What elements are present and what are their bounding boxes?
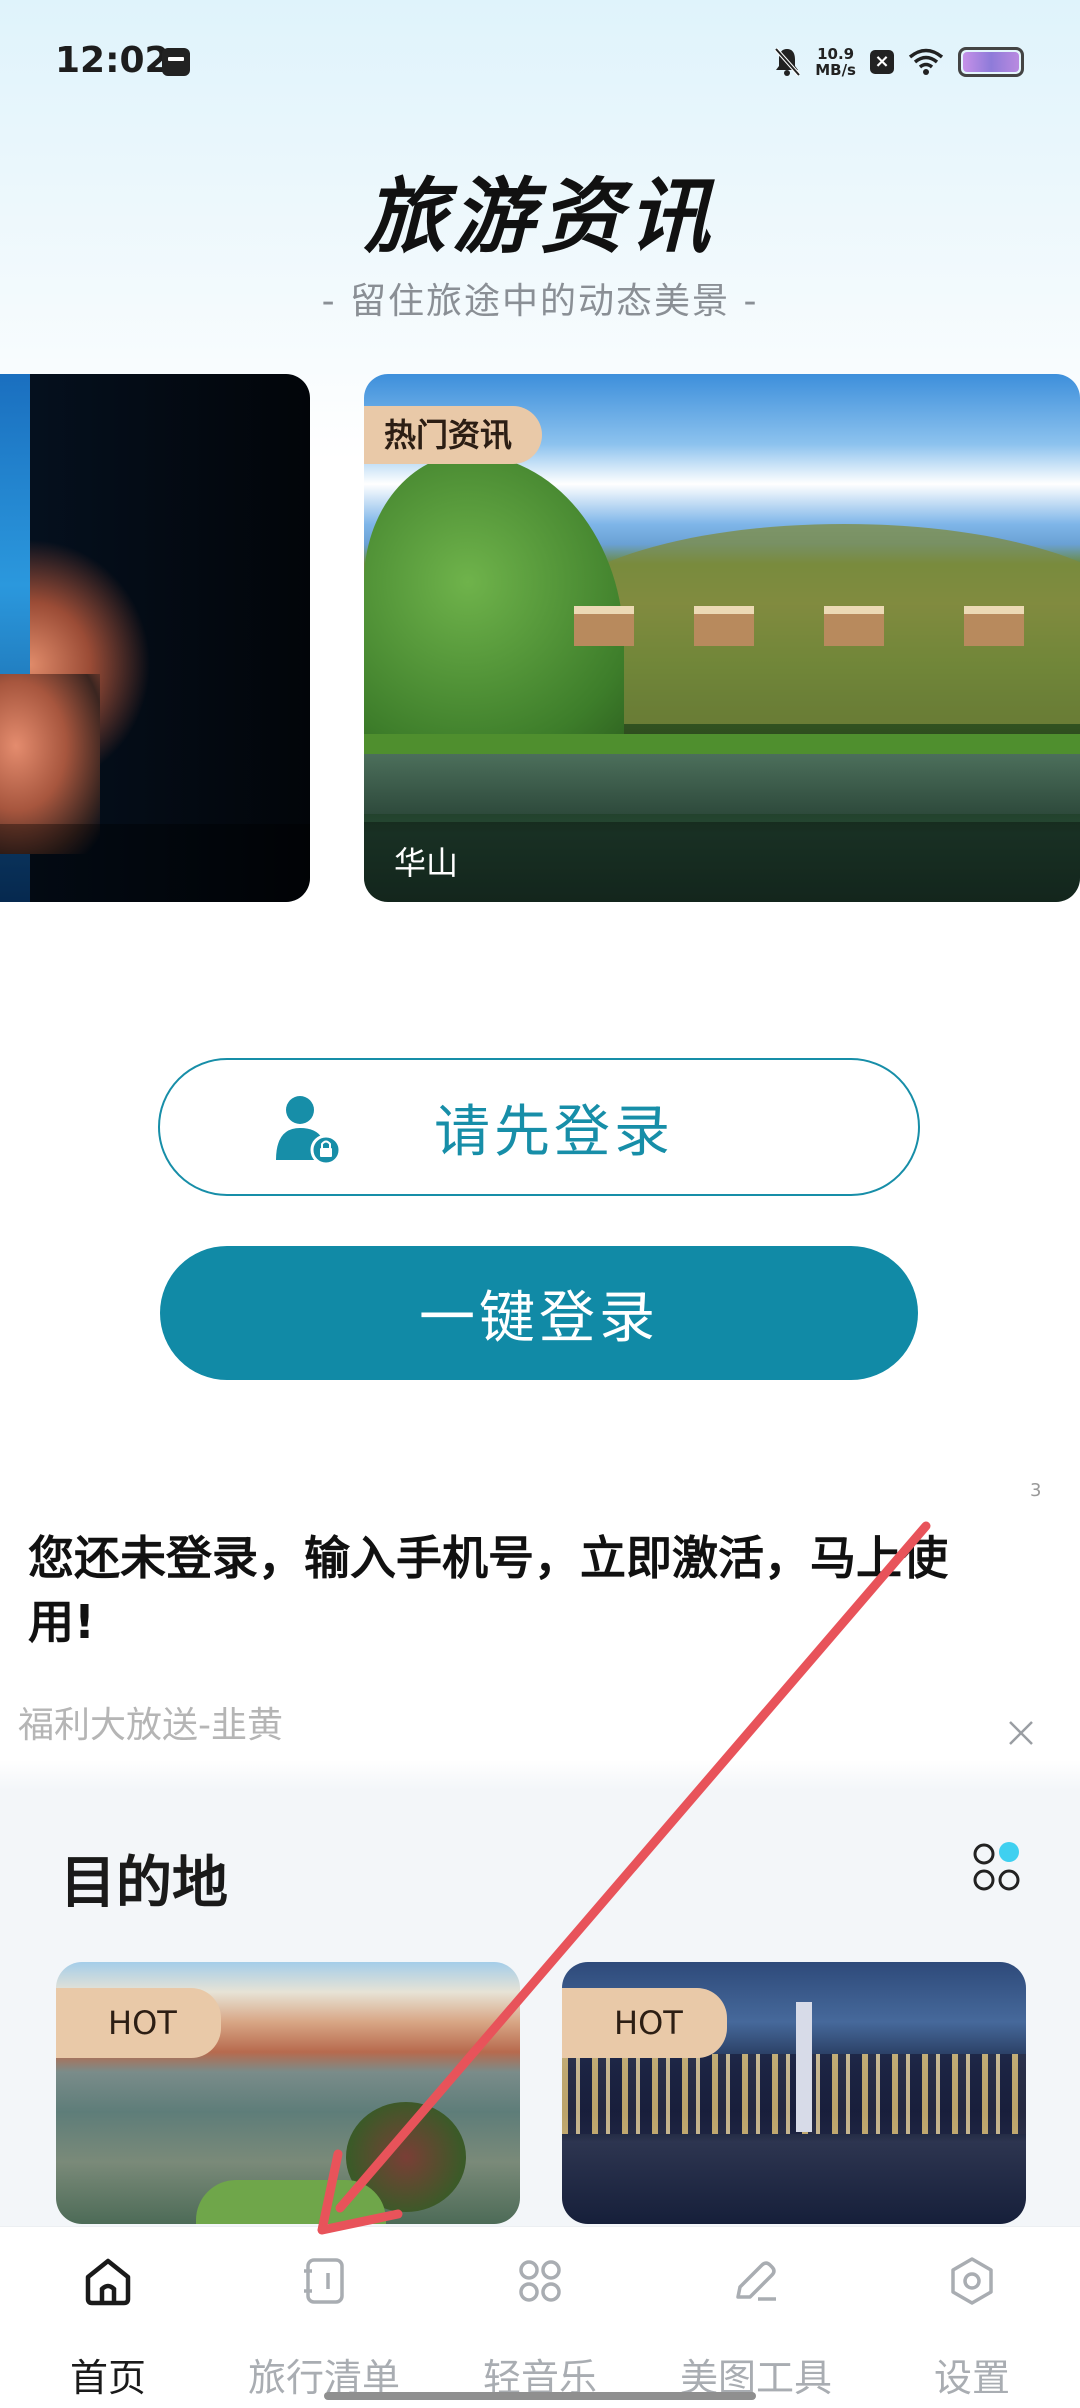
nav-item-home[interactable]: 首页 [0,2227,216,2408]
news-carousel[interactable]: 热门资讯 华山 [0,374,1080,902]
carousel-card-previous[interactable] [0,374,310,902]
login-notice-text[interactable]: 您还未登录，输入手机号，立即激活，马上使用! [28,1526,1008,1654]
net-speed-value: 10.9 [817,45,855,63]
caption-bar [0,824,310,902]
bottom-nav: 首页 旅行清单 轻音乐 美图工具 设置 [0,2226,1080,2408]
notebook-icon [304,2258,344,2304]
nav-label: 设置 [933,2356,1010,2400]
nav-item-settings[interactable]: 设置 [864,2227,1080,2408]
status-icons: 10.9 MB/s × [773,42,1024,82]
status-bar: 12:02 10.9 MB/s × [0,0,1080,120]
corner-mark: 3 [1030,1480,1042,1501]
house-image-part [964,606,1024,646]
caption-bar [364,822,1080,902]
user-lock-icon [276,1096,340,1164]
battery-icon [958,47,1024,77]
carousel-caption: 华山 [394,844,459,882]
x-icon: × [870,50,894,74]
battery-fill [963,52,1019,72]
close-icon[interactable] [1006,1718,1036,1748]
promo-text[interactable]: 福利大放送-韭黄 [18,1696,283,1748]
destination-card[interactable]: HOT [56,1962,520,2224]
net-speed: 10.9 MB/s [815,46,856,78]
wifi-icon [908,48,944,75]
nav-item-travel-list[interactable]: 旅行清单 [216,2227,432,2408]
one-key-login-button[interactable]: 一键登录 [160,1246,918,1380]
home-icon [85,2258,131,2306]
river-image-part [364,754,1080,814]
page-subtitle: - 留住旅途中的动态美景 - [321,281,759,322]
status-time: 12:02 [55,40,170,81]
hedge-image-part [196,2180,386,2224]
hot-badge: HOT [56,1988,221,2058]
destinations-title: 目的地 [60,1851,228,1916]
category-grid-icon[interactable] [972,1840,1022,1894]
hot-news-tag: 热门资讯 [364,406,543,464]
nav-item-light-music[interactable]: 轻音乐 [432,2227,648,2408]
login-first-button[interactable]: 请先登录 [158,1058,920,1196]
home-indicator[interactable] [324,2392,756,2400]
net-speed-unit: MB/s [815,61,856,79]
page-title: 旅游资讯 [364,170,716,265]
nav-item-photo-tools[interactable]: 美图工具 [648,2227,864,2408]
login-first-label: 请先登录 [434,1099,674,1165]
screen: 12:02 10.9 MB/s × 旅游资讯 - 留住旅途中的动态美景 - 热门… [0,0,1080,2408]
bell-mute-icon [774,47,801,77]
hot-badge: HOT [562,1988,727,2058]
app-icon [162,48,190,76]
settings-icon [951,2257,993,2305]
nav-label: 首页 [69,2356,146,2400]
destination-card[interactable]: HOT [562,1962,1026,2224]
house-image-part [824,606,884,646]
house-image-part [694,606,754,646]
music-grid-icon [519,2260,561,2302]
pencil-icon [736,2261,776,2301]
skyline-image-part [562,2054,1026,2134]
carousel-card-current[interactable]: 热门资讯 华山 [364,374,1080,902]
tower-image-part [796,2002,812,2132]
house-image-part [574,606,634,646]
